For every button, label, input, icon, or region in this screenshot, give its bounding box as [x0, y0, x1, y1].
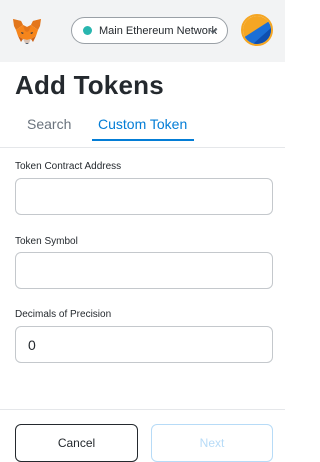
page-title: Add Tokens: [15, 70, 164, 100]
token-symbol-input[interactable]: [15, 252, 273, 289]
next-button[interactable]: Next: [151, 424, 273, 462]
decimals-input[interactable]: [15, 326, 273, 363]
network-selector[interactable]: Main Ethereum Network: [71, 17, 228, 44]
account-avatar-icon[interactable]: [241, 14, 273, 46]
tab-divider: [0, 147, 285, 148]
cancel-button[interactable]: Cancel: [15, 424, 138, 462]
contract-address-label: Token Contract Address: [15, 161, 122, 172]
metamask-fox-icon[interactable]: [12, 18, 42, 44]
network-label: Main Ethereum Network: [99, 24, 217, 37]
tab-bar: Search Custom Token: [0, 116, 285, 146]
footer-divider: [0, 409, 285, 410]
add-tokens-page: Main Ethereum Network Add Tokens Search …: [0, 0, 285, 462]
app-header: Main Ethereum Network: [0, 0, 285, 62]
contract-address-input[interactable]: [15, 178, 273, 215]
tab-custom-token[interactable]: Custom Token: [92, 116, 195, 141]
token-symbol-label: Token Symbol: [15, 236, 78, 247]
network-status-dot: [83, 26, 92, 35]
decimals-label: Decimals of Precision: [15, 309, 112, 320]
tab-search[interactable]: Search: [27, 116, 71, 139]
chevron-down-icon: [208, 28, 218, 34]
